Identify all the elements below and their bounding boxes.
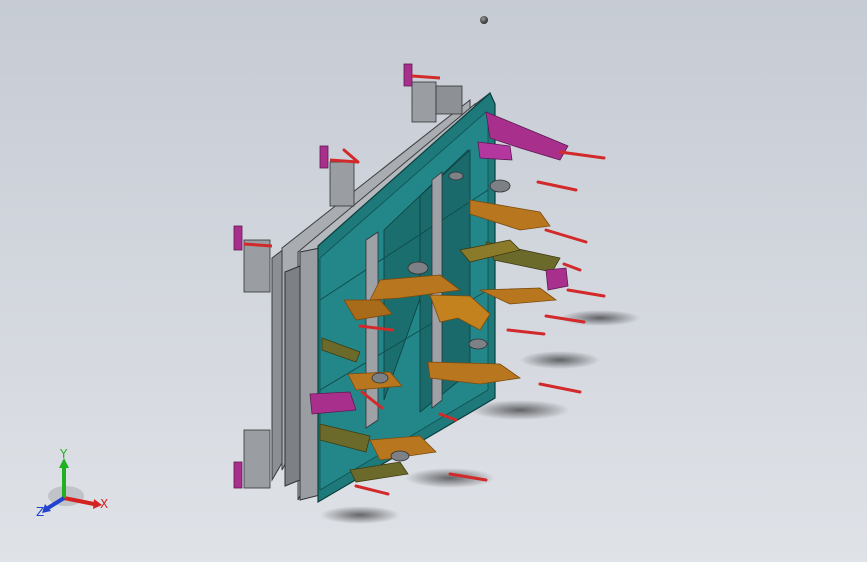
graphics-viewport[interactable]: X Y Z [0,0,867,562]
light-marker [480,16,488,24]
side-post-bottom [233,429,271,489]
x-axis-label: X [100,497,108,511]
z-axis-label: Z [36,505,44,519]
side-post-upper [319,145,359,207]
orientation-triad[interactable]: X Y Z [36,446,116,526]
side-post-middle [233,225,273,293]
fixture-3d-model[interactable] [0,0,867,562]
side-post-top [403,63,463,123]
y-axis-label: Y [59,447,68,461]
